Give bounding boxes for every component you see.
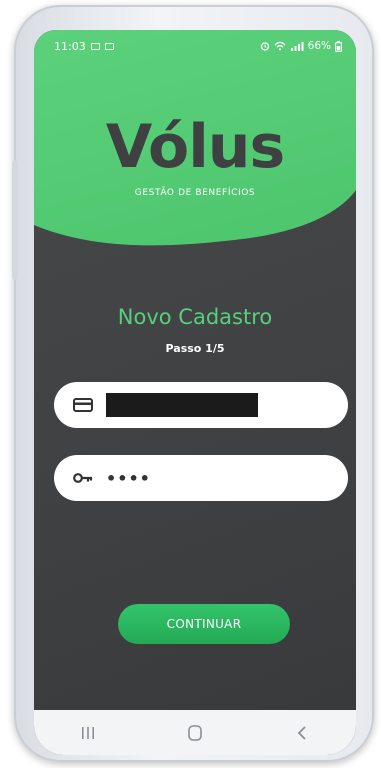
key-icon bbox=[73, 473, 93, 483]
page-title: Novo Cadastro bbox=[117, 305, 273, 329]
status-bar: 11:03 66% bbox=[34, 30, 356, 62]
cast-icon bbox=[90, 42, 100, 50]
step-indicator: Passo 1/5 bbox=[165, 342, 225, 355]
battery-icon bbox=[335, 40, 342, 52]
app-tagline: GESTÃO DE BENEFÍCIOS bbox=[134, 188, 256, 198]
recents-button[interactable] bbox=[58, 725, 118, 741]
card-number-field[interactable] bbox=[54, 382, 348, 428]
recents-icon bbox=[81, 726, 94, 739]
phone-side-button bbox=[12, 160, 18, 280]
app-logo: Vólus bbox=[105, 112, 285, 182]
password-field[interactable]: •••• bbox=[54, 455, 348, 501]
continue-button[interactable]: CONTINUAR bbox=[118, 604, 290, 644]
alarm-icon bbox=[260, 42, 269, 51]
app-screen: 11:03 66% Vólus GESTÃO DE BENEFÍCIOS Nov… bbox=[34, 30, 356, 755]
home-button[interactable] bbox=[165, 724, 225, 742]
status-time: 11:03 bbox=[54, 39, 86, 53]
card-icon bbox=[73, 398, 93, 412]
back-button[interactable] bbox=[272, 725, 332, 741]
wifi-icon bbox=[274, 41, 286, 51]
password-value: •••• bbox=[106, 468, 151, 488]
signal-icon bbox=[290, 42, 304, 51]
card-number-redacted bbox=[106, 393, 258, 417]
battery-percent: 66% bbox=[307, 40, 331, 52]
screen-icon bbox=[104, 42, 114, 50]
home-icon bbox=[188, 724, 202, 741]
back-icon bbox=[298, 725, 306, 740]
android-nav-bar bbox=[34, 710, 356, 755]
